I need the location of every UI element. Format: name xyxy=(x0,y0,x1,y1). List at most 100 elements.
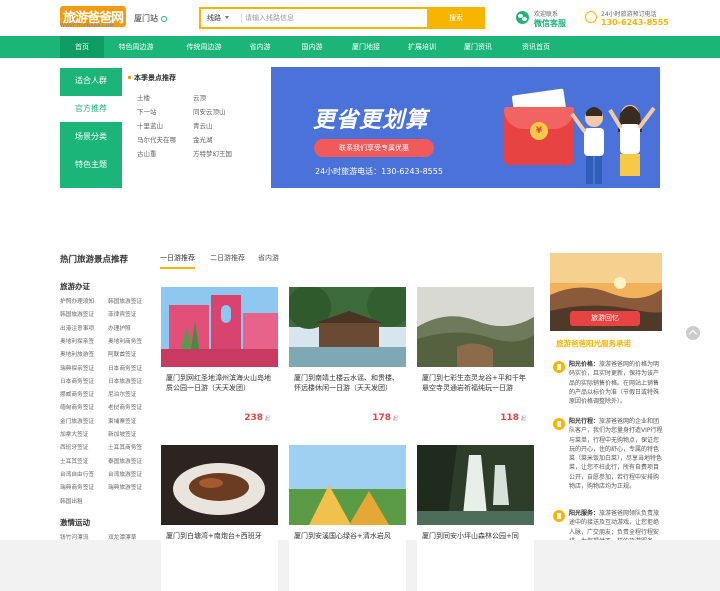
search-type-select[interactable]: 线路 xyxy=(207,13,229,23)
sidebar-link[interactable]: 台湾自由行签 xyxy=(60,469,94,478)
sidebar-link[interactable]: 西班牙签证 xyxy=(60,442,88,451)
submenu-link[interactable]: 古山重 xyxy=(137,148,157,158)
wechat-line1: 欢迎联系 xyxy=(534,11,559,18)
tour-price: 178 起 xyxy=(372,413,398,423)
sidebar-link[interactable]: 韩国出租 xyxy=(60,496,83,505)
sidebar-link[interactable]: 双龙潭漂草 xyxy=(108,532,136,541)
sidebar-link[interactable]: 奥地利探亲签 xyxy=(60,336,94,345)
tab-province[interactable]: 省内游 xyxy=(258,253,279,267)
clock-icon xyxy=(585,11,597,23)
nav-item-domestic[interactable]: 国内游 xyxy=(292,36,332,58)
sidebar-link[interactable]: 加拿大签证 xyxy=(60,429,88,438)
sidebar-link[interactable]: 日本商务签证 xyxy=(60,376,94,385)
submenu-link[interactable]: 十里蓝山 xyxy=(137,120,163,130)
category-audience[interactable]: 适合人群 xyxy=(60,68,122,94)
site-logo[interactable]: 旅游爸爸网 WWW.TRIPBABA.COM xyxy=(60,6,130,32)
main-nav: 首页 特色周边游 传统周边游 省内游 国内游 厦门地接 扩展培训 厦门资讯 资讯… xyxy=(0,36,720,58)
tour-photo xyxy=(417,445,534,525)
banner-contact-button[interactable]: 联系我们享受专属优惠 xyxy=(314,139,434,157)
promise-text: 阳光服务：旅游爸爸网领队负责旅途中的接送及互动游戏，让您拒绝人脉，广交朋友；负责… xyxy=(569,509,663,540)
search-button[interactable]: 搜索 xyxy=(427,7,485,29)
hotline: 24小时旅游预订电话 130-6243-8555 xyxy=(585,9,675,31)
sidebar-link[interactable]: 奥地利旅游签 xyxy=(60,349,94,358)
wechat-service[interactable]: 欢迎联系 微信客服 xyxy=(516,9,591,31)
submenu-link[interactable]: 下一站 xyxy=(137,106,157,116)
nav-item-traditional-tours[interactable]: 传统周边游 xyxy=(176,36,232,58)
submenu-title: 本季景点推荐 xyxy=(128,73,176,83)
category-scene[interactable]: 场景分类 xyxy=(60,124,122,150)
sidebar-link[interactable]: 土耳其签证 xyxy=(60,456,88,465)
sidebar-link[interactable]: 菲律宾签证 xyxy=(108,309,136,318)
tour-card[interactable]: 厦门到白塘湾+南炮台+西班牙 xyxy=(161,445,278,591)
sidebar-link[interactable]: 韩国旅游签证 xyxy=(108,296,142,305)
sidebar-link[interactable]: 老挝商务签证 xyxy=(108,402,142,411)
tour-photo xyxy=(161,445,278,525)
location-pin-icon xyxy=(161,16,167,22)
coin-icon: ¥ xyxy=(530,122,548,140)
category-official[interactable]: 官方推荐 xyxy=(60,96,122,122)
submenu-link[interactable]: 金光湖 xyxy=(193,134,213,144)
sidebar-link[interactable]: 缅甸商务签证 xyxy=(60,402,94,411)
tour-card[interactable]: 厦门到七彩生态灵龙谷+平和千年悬空寺灵通岩祈福纯玩一日游 118 起 xyxy=(417,287,534,433)
sidebar-link[interactable]: 奥地利商务签 xyxy=(108,336,142,345)
submenu-link[interactable]: 同安云顶山 xyxy=(193,106,226,116)
recommend-submenu: 本季景点推荐 土楼 云顶 下一站 同安云顶山 十里蓝山 青云山 马尔代夫在哪 金… xyxy=(122,68,256,188)
memory-button[interactable]: 旅游回忆 xyxy=(570,311,640,326)
sidebar-link[interactable]: 新加坡签证 xyxy=(108,429,136,438)
submenu-link[interactable]: 马尔代夫在哪 xyxy=(137,134,176,144)
banner-headline: 更省更划算 xyxy=(313,108,429,133)
tour-price: 238 起 xyxy=(244,413,270,423)
sidebar-link[interactable]: 泰国旅游签证 xyxy=(108,456,142,465)
tour-card[interactable]: 厦门到安溪国心绿谷+清水岩风 xyxy=(289,445,406,591)
submenu-link[interactable]: 云顶 xyxy=(193,92,206,102)
promo-banner[interactable]: 更省更划算 联系我们享受专属优惠 24小时旅游电话：130-6243-8555 … xyxy=(271,67,660,188)
tab-one-day[interactable]: 一日游推荐 xyxy=(160,253,195,269)
sidebar-link[interactable]: 护照办理须知 xyxy=(60,296,94,305)
sidebar-section-heading: 旅游办证 xyxy=(60,282,90,291)
tour-card[interactable]: 厦门到网红圣地漳州滨海火山岛地质公园一日游（天天发团） 238 起 xyxy=(161,287,278,433)
sidebar-link[interactable]: 柬埔寨签证 xyxy=(108,416,136,425)
nav-item-special-tours[interactable]: 特色周边游 xyxy=(110,36,162,58)
sidebar-link[interactable]: 日本旅游签证 xyxy=(108,376,142,385)
tour-photo xyxy=(289,287,406,367)
nav-item-training[interactable]: 扩展培训 xyxy=(400,36,444,58)
sidebar-link[interactable]: 办理护照 xyxy=(108,323,131,332)
submenu-link[interactable]: 青云山 xyxy=(193,120,213,130)
promise-heading: 旅游爸爸阳光服务承诺 xyxy=(556,339,631,348)
promise-icon xyxy=(553,361,565,373)
promise-text: 阳光价格：旅游爸爸网的价格为明码实价，且实时更新，保持为该产品的实际销售价格。在… xyxy=(569,360,663,406)
sidebar-link[interactable]: 尼泊尔签证 xyxy=(108,389,136,398)
search-input[interactable] xyxy=(245,12,425,24)
sidebar-link[interactable]: 韩国旅游签证 xyxy=(60,309,94,318)
nav-item-province[interactable]: 省内游 xyxy=(240,36,280,58)
nav-item-xiamen-reception[interactable]: 厦门地接 xyxy=(344,36,388,58)
sidebar-link[interactable]: 瑞典旅游签证 xyxy=(108,482,142,491)
sidebar-link[interactable]: 挪威商务签证 xyxy=(60,389,94,398)
sidebar-link[interactable]: 金门旅游签证 xyxy=(60,416,94,425)
submenu-link[interactable]: 方特梦幻王国 xyxy=(193,148,232,158)
nav-item-news-home[interactable]: 资讯首页 xyxy=(514,36,558,58)
sidebar-link[interactable]: 阿联酋签证 xyxy=(108,349,136,358)
tab-two-day[interactable]: 二日游推荐 xyxy=(210,253,245,267)
wechat-icon xyxy=(516,11,529,24)
submenu-link[interactable]: 土楼 xyxy=(137,92,150,102)
nav-item-home[interactable]: 首页 xyxy=(60,36,104,58)
category-theme[interactable]: 特色主题 xyxy=(60,152,122,178)
tour-card[interactable]: 厦门到同安小坪山森林公园+同 xyxy=(417,445,534,591)
tour-price: 118 起 xyxy=(500,413,526,423)
nav-item-xiamen-news[interactable]: 厦门资讯 xyxy=(456,36,500,58)
sidebar-link[interactable]: 土耳其商务签 xyxy=(108,442,142,451)
sidebar-link[interactable]: 出港注意事项 xyxy=(60,323,94,332)
sidebar-link[interactable]: 瑞典探亲签证 xyxy=(60,363,94,372)
tour-card[interactable]: 厦门到南靖土楼云水谣、和贵楼、怀远楼休闲一日游（天天发团） 178 起 xyxy=(289,287,406,433)
promise-icon xyxy=(553,510,565,522)
people-illustration xyxy=(570,105,656,184)
sidebar-link[interactable]: 钱竹河漂流 xyxy=(60,532,88,541)
promise-title: 阳光价格： xyxy=(569,361,600,368)
sidebar-link[interactable]: 瑞典商务签证 xyxy=(60,482,94,491)
sidebar-link[interactable]: 日本商务签证 xyxy=(108,363,142,372)
sidebar-link[interactable]: 台湾旅游签证 xyxy=(108,469,142,478)
red-envelope-illustration: ¥ xyxy=(504,107,574,165)
scroll-top-button[interactable] xyxy=(686,326,700,340)
city-switch[interactable]: 厦门站 xyxy=(134,13,167,24)
